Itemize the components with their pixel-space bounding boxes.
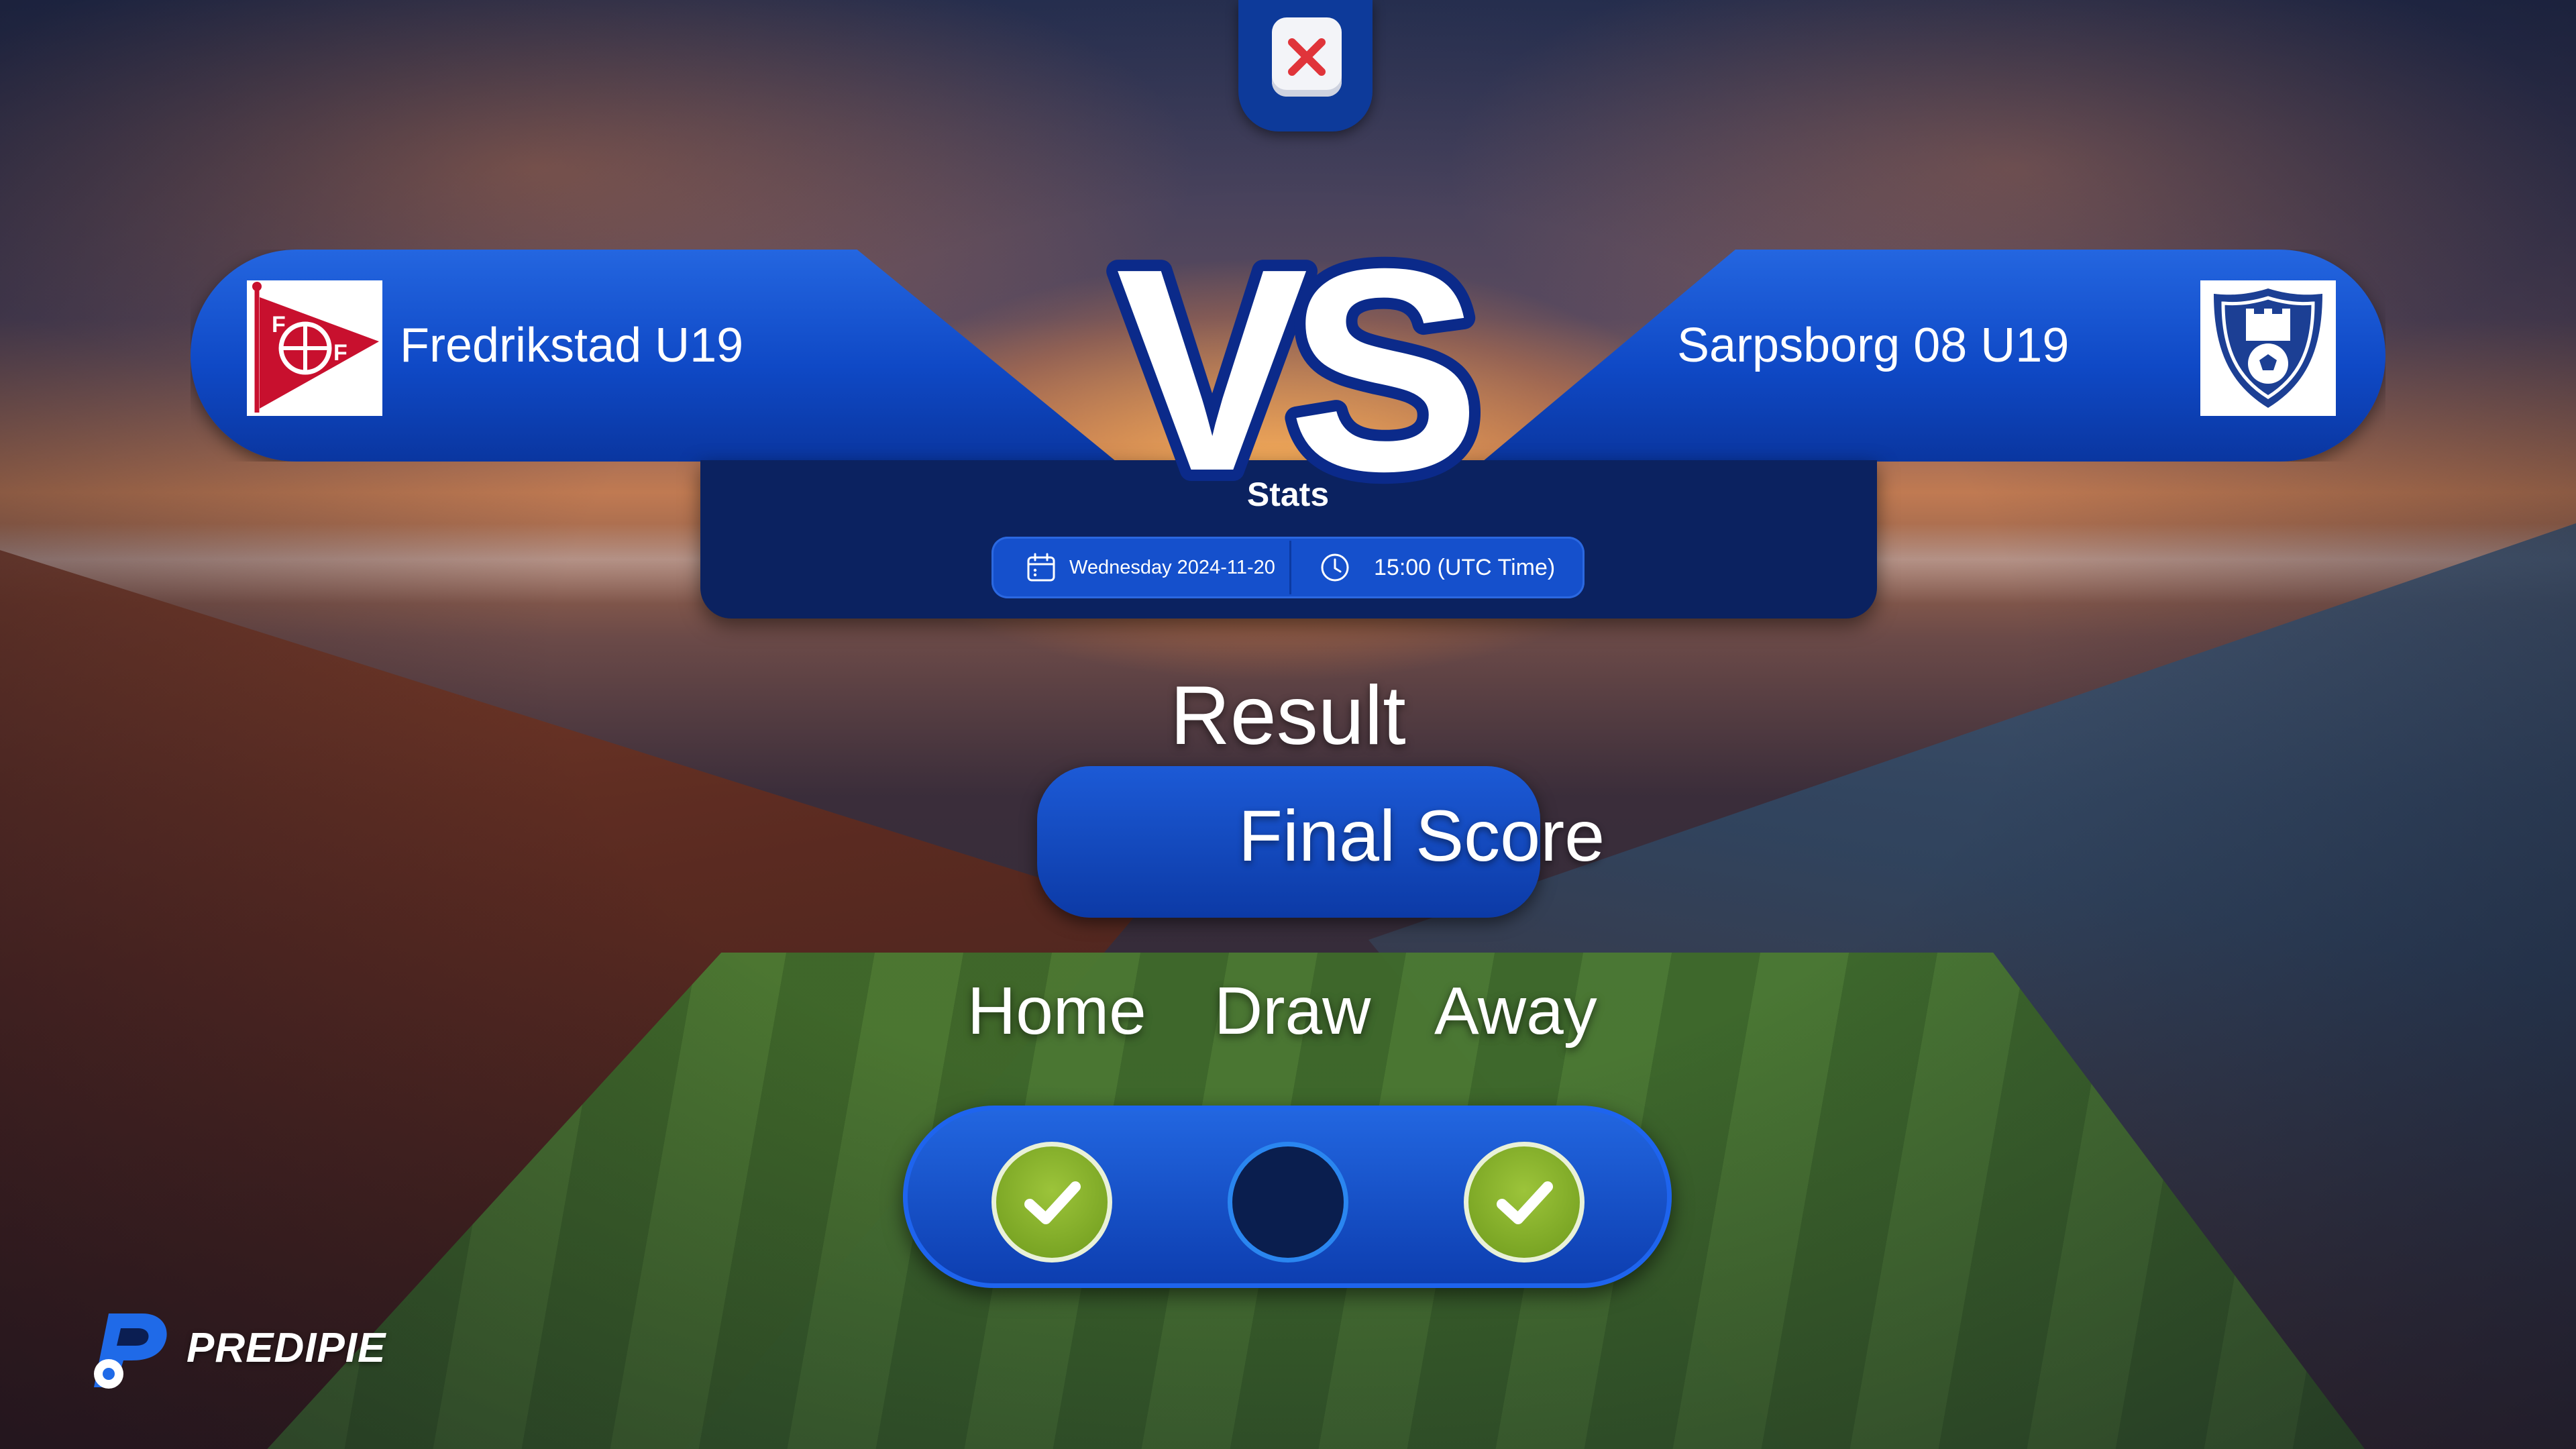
- close-button[interactable]: [1272, 17, 1342, 97]
- outcome-away-indicator: [1464, 1142, 1585, 1263]
- home-team-name: Fredrikstad U19: [400, 319, 744, 372]
- brand-name: PREDIPIE: [186, 1325, 386, 1371]
- outcome-label-away: Away: [1434, 973, 1597, 1049]
- vs-emblem: VS VS: [1104, 215, 1496, 496]
- svg-text:F: F: [272, 312, 286, 337]
- fredrikstad-crest-icon: F F: [252, 282, 379, 413]
- calendar-icon: [1027, 553, 1055, 582]
- check-icon: [1497, 1181, 1553, 1224]
- match-datetime: Wednesday 2024-11-20 15:00 (UTC Time): [991, 537, 1585, 598]
- predipie-logo-icon: [94, 1313, 167, 1389]
- check-icon: [1024, 1181, 1081, 1224]
- outcome-draw-indicator: [1228, 1142, 1348, 1263]
- home-team-logo: F F: [247, 280, 382, 416]
- close-icon: [1288, 38, 1326, 76]
- brand: PREDIPIE: [82, 1299, 390, 1393]
- result-title: Result: [1170, 669, 1406, 762]
- away-team-logo: [2200, 280, 2336, 416]
- final-score-label: Final Score: [1238, 795, 1605, 876]
- outcome-label-draw: Draw: [1214, 973, 1371, 1049]
- match-date: Wednesday 2024-11-20: [1069, 557, 1275, 578]
- outcome-label-home: Home: [967, 973, 1146, 1049]
- svg-text:F: F: [333, 340, 347, 366]
- vs-text: VS: [1116, 215, 1472, 496]
- match-time: 15:00 (UTC Time): [1374, 555, 1556, 580]
- away-team-name: Sarpsborg 08 U19: [1677, 319, 2070, 372]
- pill-divider: [1289, 541, 1291, 594]
- clock-icon: [1321, 553, 1349, 582]
- outcome-home-indicator: [991, 1142, 1112, 1263]
- sarpsborg-crest-icon: [2214, 288, 2322, 408]
